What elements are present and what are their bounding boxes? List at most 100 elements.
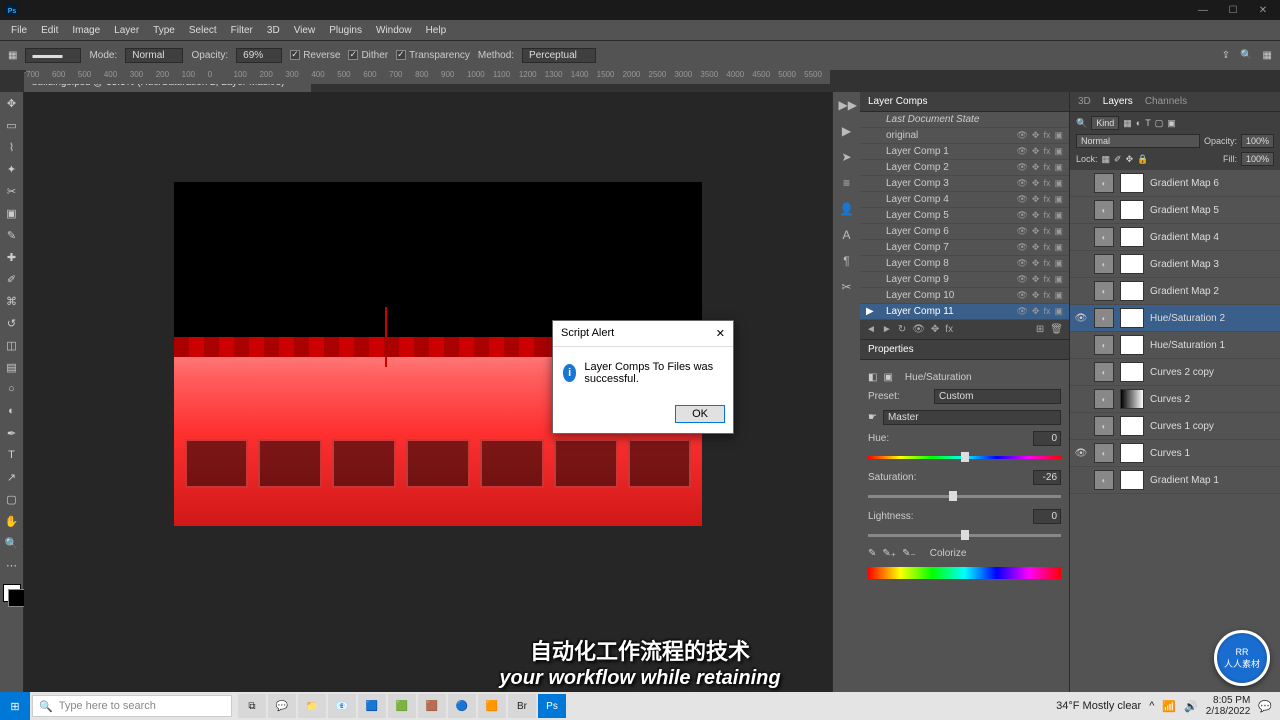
pen-tool-icon[interactable]: ✒ bbox=[2, 424, 22, 442]
layer-row[interactable]: ◐Hue/Saturation 1 bbox=[1070, 332, 1280, 359]
menu-filter[interactable]: Filter bbox=[224, 22, 260, 39]
visibility-icon[interactable]: 👁 bbox=[1074, 448, 1088, 459]
layer-comp-row[interactable]: Layer Comp 3👁✥fx▣ bbox=[860, 176, 1069, 192]
menu-file[interactable]: File bbox=[4, 22, 34, 39]
blend-mode-dropdown[interactable]: Normal bbox=[125, 48, 183, 63]
tb-explorer-icon[interactable]: 📁 bbox=[298, 694, 326, 718]
actions-icon[interactable]: ▶ bbox=[839, 124, 855, 140]
layer-comp-row[interactable]: Layer Comp 1👁✥fx▣ bbox=[860, 144, 1069, 160]
tb-app-icon[interactable]: 🟦 bbox=[358, 694, 386, 718]
tab-channels[interactable]: Channels bbox=[1145, 96, 1187, 107]
layer-row[interactable]: ◐Curves 2 bbox=[1070, 386, 1280, 413]
layer-comp-row[interactable]: original👁✥fx▣ bbox=[860, 128, 1069, 144]
wand-tool-icon[interactable]: ✦ bbox=[2, 160, 22, 178]
saturation-slider[interactable] bbox=[868, 491, 1061, 501]
heal-tool-icon[interactable]: ✚ bbox=[2, 248, 22, 266]
path-tool-icon[interactable]: ↗ bbox=[2, 468, 22, 486]
shape-tool-icon[interactable]: ▢ bbox=[2, 490, 22, 508]
weather-widget[interactable]: 34°F Mostly clear bbox=[1056, 700, 1141, 712]
workspace-icon[interactable]: ▦ bbox=[1263, 50, 1272, 61]
blend-mode-dropdown[interactable]: Normal bbox=[1076, 134, 1200, 148]
ok-button[interactable]: OK bbox=[675, 405, 725, 423]
mask-thumb[interactable] bbox=[1120, 254, 1144, 274]
method-dropdown[interactable]: Perceptual bbox=[522, 48, 596, 63]
type-tool-icon[interactable]: T bbox=[2, 446, 22, 464]
dodge-tool-icon[interactable]: ◐ bbox=[2, 402, 22, 420]
lock-brush-icon[interactable]: ✐ bbox=[1114, 154, 1122, 165]
lc-pos-icon[interactable]: ✥ bbox=[931, 324, 939, 335]
layer-comp-row[interactable]: Layer Comp 7👁✥fx▣ bbox=[860, 240, 1069, 256]
tb-app-icon[interactable]: 💬 bbox=[268, 694, 296, 718]
lc-delete-icon[interactable]: 🗑 bbox=[1050, 324, 1063, 335]
lc-new-icon[interactable]: ⊞ bbox=[1036, 324, 1044, 335]
eyedropper-minus-icon[interactable]: ✎₋ bbox=[902, 548, 916, 559]
tab-layers[interactable]: Layers bbox=[1103, 96, 1133, 107]
menu-image[interactable]: Image bbox=[65, 22, 107, 39]
lock-pos-icon[interactable]: ✥ bbox=[1126, 154, 1134, 165]
mask-thumb[interactable] bbox=[1120, 173, 1144, 193]
start-button[interactable]: ⊞ bbox=[0, 692, 30, 720]
gradient-preset[interactable]: ▬▬▬ bbox=[25, 48, 81, 63]
blur-tool-icon[interactable]: ○ bbox=[2, 380, 22, 398]
menu-window[interactable]: Window bbox=[369, 22, 419, 39]
menu-layer[interactable]: Layer bbox=[107, 22, 146, 39]
mask-thumb[interactable] bbox=[1120, 281, 1144, 301]
mask-thumb[interactable] bbox=[1120, 443, 1144, 463]
opacity-dropdown[interactable]: 69% bbox=[236, 48, 282, 63]
layer-comp-row[interactable]: Layer Comp 10👁✥fx▣ bbox=[860, 288, 1069, 304]
maximize-icon[interactable]: ☐ bbox=[1218, 5, 1248, 16]
preset-dropdown[interactable]: Custom bbox=[934, 389, 1061, 404]
layer-comp-row[interactable]: ▶Layer Comp 11👁✥fx▣ bbox=[860, 304, 1069, 320]
ps-home-icon[interactable]: Ps bbox=[2, 2, 22, 18]
channel-dropdown[interactable]: Master bbox=[883, 410, 1061, 425]
layer-fill[interactable]: 100% bbox=[1241, 152, 1274, 166]
layer-row[interactable]: ◐Gradient Map 6 bbox=[1070, 170, 1280, 197]
glyphs-icon[interactable]: ¶ bbox=[839, 254, 855, 270]
tray-chevron-icon[interactable]: ^ bbox=[1149, 700, 1154, 712]
eraser-tool-icon[interactable]: ◫ bbox=[2, 336, 22, 354]
color-icon[interactable]: ➤ bbox=[839, 150, 855, 166]
frame-tool-icon[interactable]: ▣ bbox=[2, 204, 22, 222]
brush-tool-icon[interactable]: ✐ bbox=[2, 270, 22, 288]
share-icon[interactable]: ⇪ bbox=[1222, 50, 1230, 61]
gradient-tool-icon[interactable]: ▤ bbox=[2, 358, 22, 376]
tab-3d[interactable]: 3D bbox=[1078, 96, 1091, 107]
layer-filter-kind[interactable]: Kind bbox=[1091, 116, 1119, 130]
lc-fx-icon[interactable]: fx bbox=[945, 324, 953, 335]
tb-app-icon[interactable]: 🔵 bbox=[448, 694, 476, 718]
layer-comps-tab[interactable]: Layer Comps bbox=[868, 96, 927, 107]
lasso-tool-icon[interactable]: ⌇ bbox=[2, 138, 22, 156]
task-view-icon[interactable]: ⧉ bbox=[238, 694, 266, 718]
filter-smart-icon[interactable]: ▣ bbox=[1167, 118, 1176, 129]
lc-last-state[interactable]: Last Document State bbox=[860, 112, 1069, 128]
saturation-value[interactable]: -26 bbox=[1033, 470, 1061, 485]
search-icon[interactable]: 🔍 bbox=[1240, 50, 1252, 61]
taskbar-clock[interactable]: 8:05 PM2/18/2022 bbox=[1206, 695, 1251, 717]
eyedropper-plus-icon[interactable]: ✎₊ bbox=[882, 548, 896, 559]
layer-comp-row[interactable]: Layer Comp 8👁✥fx▣ bbox=[860, 256, 1069, 272]
mask-thumb[interactable] bbox=[1120, 308, 1144, 328]
layer-row[interactable]: ◐Curves 2 copy bbox=[1070, 359, 1280, 386]
layer-row[interactable]: ◐Gradient Map 4 bbox=[1070, 224, 1280, 251]
menu-help[interactable]: Help bbox=[419, 22, 454, 39]
dither-checkbox[interactable] bbox=[348, 50, 358, 60]
mask-thumb[interactable] bbox=[1120, 227, 1144, 247]
filter-shape-icon[interactable]: ▢ bbox=[1155, 118, 1164, 129]
lock-trans-icon[interactable]: ▦ bbox=[1102, 154, 1111, 165]
transparency-checkbox[interactable] bbox=[396, 50, 406, 60]
mask-thumb[interactable] bbox=[1120, 389, 1144, 409]
dialog-close-icon[interactable]: ✕ bbox=[716, 327, 725, 340]
zoom-tool-icon[interactable]: 🔍 bbox=[2, 534, 22, 552]
lock-all-icon[interactable]: 🔒 bbox=[1137, 154, 1148, 165]
layer-row[interactable]: ◐Gradient Map 5 bbox=[1070, 197, 1280, 224]
history-icon[interactable]: ▶▶ bbox=[839, 98, 855, 114]
menu-select[interactable]: Select bbox=[182, 22, 224, 39]
layer-comp-row[interactable]: Layer Comp 6👁✥fx▣ bbox=[860, 224, 1069, 240]
styles-icon[interactable]: ✂ bbox=[839, 280, 855, 296]
tb-bridge-icon[interactable]: Br bbox=[508, 694, 536, 718]
tb-app-icon[interactable]: 🟫 bbox=[418, 694, 446, 718]
lc-vis-icon[interactable]: 👁 bbox=[912, 324, 925, 335]
crop-tool-icon[interactable]: ✂ bbox=[2, 182, 22, 200]
eyedropper-icon[interactable]: ✎ bbox=[868, 548, 876, 559]
more-tools-icon[interactable]: ⋯ bbox=[2, 556, 22, 574]
